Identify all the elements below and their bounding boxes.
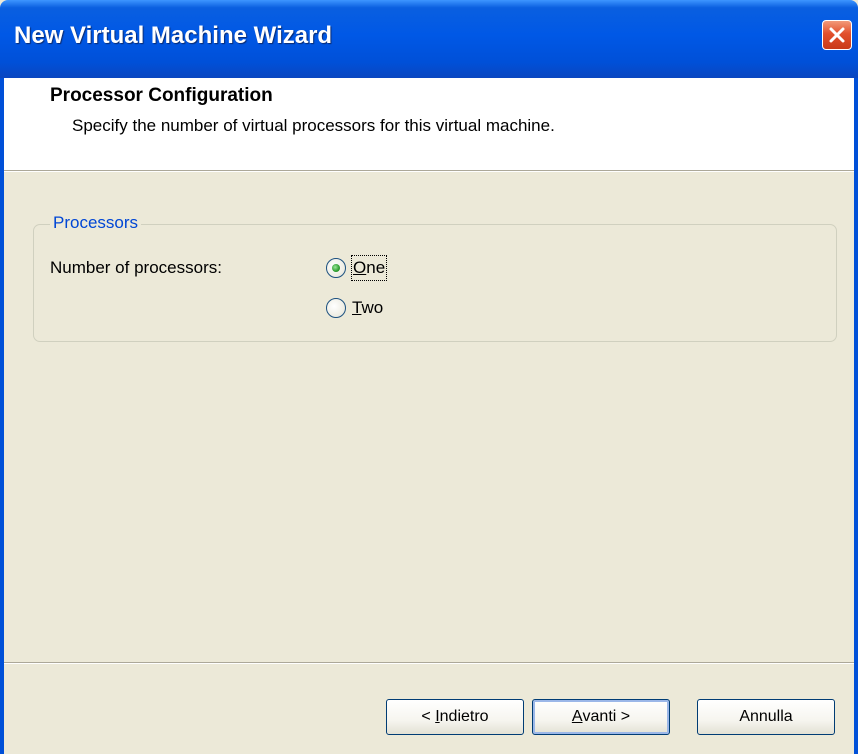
window-title: New Virtual Machine Wizard (14, 22, 333, 49)
number-of-processors-label: Number of processors: (50, 258, 222, 277)
next-button-mnemonic: A (571, 708, 583, 725)
wizard-window: New Virtual Machine Wizard Processor Con… (0, 0, 858, 754)
radio-one-label[interactable]: One (350, 255, 388, 281)
footer-divider-highlight (4, 663, 854, 664)
processors-group-label: Processors (50, 213, 142, 233)
radio-two-label-rest: wo (361, 298, 384, 317)
cancel-button[interactable]: Annulla (697, 699, 835, 735)
processors-groupbox (33, 224, 837, 342)
close-icon (829, 27, 845, 43)
next-button-label-rest: vanti > (582, 708, 631, 725)
back-button[interactable]: < Indietro (386, 699, 524, 735)
window-frame-right (854, 78, 858, 754)
back-button-prefix: < (421, 708, 436, 725)
radio-one-circle[interactable] (326, 258, 346, 278)
radio-selected-dot (332, 264, 340, 272)
title-bar[interactable]: New Virtual Machine Wizard (0, 0, 858, 78)
close-button[interactable] (822, 20, 852, 50)
header-divider-highlight (4, 171, 854, 172)
page-title: Processor Configuration (50, 85, 273, 106)
radio-one-mnemonic: O (353, 258, 367, 277)
radio-one-label-rest: ne (366, 258, 386, 277)
radio-two-circle[interactable] (326, 298, 346, 318)
back-button-label-rest: ndietro (439, 708, 489, 725)
window-frame-left (0, 78, 4, 754)
next-button[interactable]: Avanti > (532, 699, 670, 735)
radio-two-label[interactable]: Two (352, 296, 383, 320)
page-description: Specify the number of virtual processors… (72, 116, 555, 135)
